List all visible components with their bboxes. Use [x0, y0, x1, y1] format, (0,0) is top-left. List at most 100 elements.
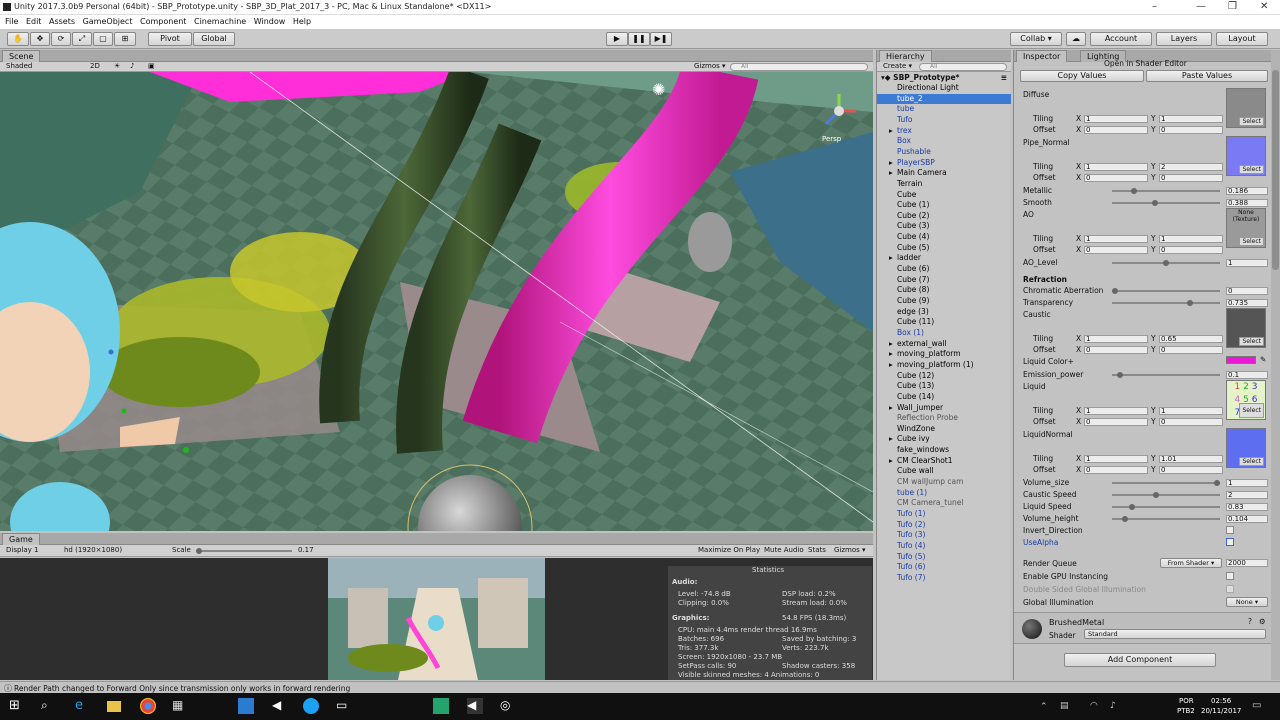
ao-select-button[interactable]: Select	[1239, 237, 1264, 246]
scale-slider[interactable]	[196, 548, 292, 554]
offset-x-field[interactable]: 0	[1084, 418, 1148, 426]
expand-arrow-icon[interactable]: ▸	[889, 253, 897, 263]
hierarchy-item[interactable]: CM Camera_tunel	[877, 498, 1011, 508]
scene-gizmos-dropdown[interactable]: Gizmos ▾	[694, 62, 726, 70]
maximize-on-play-toggle[interactable]: Maximize On Play	[698, 546, 760, 554]
calculator-icon[interactable]: ▦	[172, 698, 188, 714]
liquid-normal-texture-thumb[interactable]: Select	[1226, 428, 1266, 468]
lighting-toggle-icon[interactable]: ☀	[114, 62, 120, 70]
hierarchy-item[interactable]: edge (3)	[877, 307, 1011, 317]
liquid-speed-slider[interactable]	[1112, 504, 1220, 510]
stats-toggle[interactable]: Stats	[808, 546, 826, 554]
offset-x-field[interactable]: 0	[1084, 126, 1148, 134]
hierarchy-item[interactable]: Cube (5)	[877, 243, 1011, 253]
pipe-normal-texture-thumb[interactable]: Select	[1226, 136, 1266, 176]
emission-slider[interactable]	[1112, 372, 1220, 378]
transparency-slider[interactable]	[1112, 300, 1220, 306]
scale-slider-knob[interactable]	[196, 548, 202, 554]
tab-scene[interactable]: Scene	[2, 50, 41, 62]
global-toggle[interactable]: Global	[193, 32, 235, 46]
hierarchy-item[interactable]: Reflection Probe	[877, 413, 1011, 423]
liquid-speed-value-field[interactable]: 0.83	[1226, 503, 1268, 511]
hierarchy-item[interactable]: Tufo (7)	[877, 573, 1011, 583]
emission-slider-knob[interactable]	[1117, 372, 1123, 378]
game-view[interactable]: Statistics Audio: Level: -74.8 dB Clippi…	[0, 558, 873, 680]
resolution-dropdown[interactable]: hd (1920×1080)	[64, 546, 122, 554]
hierarchy-item[interactable]: Terrain	[877, 179, 1011, 189]
scene-search-input[interactable]: All	[730, 63, 868, 71]
render-queue-field[interactable]: 2000	[1226, 559, 1268, 567]
hierarchy-item[interactable]: ▸ moving_platform	[877, 349, 1011, 359]
hierarchy-item[interactable]: ▸ ladder	[877, 253, 1011, 263]
hierarchy-item[interactable]: tube_2	[877, 93, 1011, 104]
smooth-slider-knob[interactable]	[1152, 200, 1158, 206]
offset-y-field[interactable]: 0	[1159, 174, 1223, 182]
diffuse-texture-thumb[interactable]: Select	[1226, 88, 1266, 128]
scale-tool-icon[interactable]: ⤢	[72, 32, 92, 46]
metallic-slider-knob[interactable]	[1131, 188, 1137, 194]
hierarchy-search-input[interactable]: All	[919, 63, 1007, 71]
search-icon[interactable]: ⌕	[41, 698, 57, 714]
caustic-select-button[interactable]: Select	[1239, 337, 1264, 346]
offset-x-field[interactable]: 0	[1084, 174, 1148, 182]
open-shader-editor-button[interactable]: Open in Shader Editor	[1104, 59, 1187, 68]
hierarchy-item[interactable]: Cube (9)	[877, 296, 1011, 306]
skype-icon[interactable]	[303, 698, 319, 714]
shader-dropdown[interactable]: Standard	[1084, 629, 1266, 639]
hierarchy-item[interactable]: Tufo (3)	[877, 530, 1011, 540]
offset-y-field[interactable]: 0	[1159, 126, 1223, 134]
double-sided-gi-checkbox[interactable]	[1226, 585, 1234, 593]
menu-assets[interactable]: Assets	[49, 15, 75, 29]
hierarchy-item[interactable]: ▸ Wall_jumper	[877, 403, 1011, 413]
file-explorer-icon[interactable]	[107, 701, 121, 712]
tiling-x-field[interactable]: 1	[1084, 455, 1148, 463]
add-component-button[interactable]: Add Component	[1064, 653, 1216, 667]
shading-mode-dropdown[interactable]: Shaded	[6, 62, 32, 70]
hierarchy-item[interactable]: Box	[877, 136, 1011, 146]
network-icon[interactable]: ▤	[1060, 701, 1069, 711]
expand-arrow-icon[interactable]: ▸	[889, 349, 897, 359]
hierarchy-item[interactable]: Tufo (6)	[877, 562, 1011, 572]
menu-window[interactable]: Window	[254, 15, 286, 29]
ao-slider-knob[interactable]	[1163, 260, 1169, 266]
hierarchy-item[interactable]: Tufo (2)	[877, 520, 1011, 530]
close-button[interactable]: ✕	[1260, 1, 1268, 12]
step-button[interactable]: ▶❚	[650, 32, 672, 46]
clock-date[interactable]: 20/11/2017	[1201, 707, 1241, 715]
caustic-speed-value-field[interactable]: 2	[1226, 491, 1268, 499]
hierarchy-item[interactable]: Cube wall	[877, 466, 1011, 476]
tiling-y-field[interactable]: 0.65	[1159, 335, 1223, 343]
hierarchy-item[interactable]: ▸ external_wall	[877, 339, 1011, 349]
scene-options-icon[interactable]: ≡	[1001, 73, 1007, 83]
mute-audio-toggle[interactable]: Mute Audio	[764, 546, 804, 554]
expand-arrow-icon[interactable]: ▸	[889, 339, 897, 349]
metallic-value-field[interactable]: 0.186	[1226, 187, 1268, 195]
offset-x-field[interactable]: 0	[1084, 246, 1148, 254]
ao-texture-thumb[interactable]: None (Texture) Select	[1226, 208, 1266, 248]
persp-label[interactable]: Persp	[822, 135, 841, 143]
expand-arrow-icon[interactable]: ▸	[889, 168, 897, 178]
menu-edit[interactable]: Edit	[26, 15, 42, 29]
liquid-speed-slider-knob[interactable]	[1129, 504, 1135, 510]
paste-values-button[interactable]: Paste Values	[1146, 70, 1268, 82]
expand-arrow-icon[interactable]: ▸	[889, 403, 897, 413]
hierarchy-item[interactable]: Cube (14)	[877, 392, 1011, 402]
offset-x-field[interactable]: 0	[1084, 466, 1148, 474]
tiling-x-field[interactable]: 1	[1084, 407, 1148, 415]
expand-arrow-icon[interactable]: ▸	[889, 360, 897, 370]
inspector-scrollbar[interactable]	[1271, 50, 1280, 680]
maximize-button[interactable]: ❐	[1228, 1, 1237, 12]
tiling-y-field[interactable]: 1	[1159, 407, 1223, 415]
hierarchy-item[interactable]: Tufo (5)	[877, 552, 1011, 562]
cloud-icon[interactable]: ☁	[1066, 32, 1086, 46]
hierarchy-item[interactable]: tube (1)	[877, 488, 1011, 498]
pause-button[interactable]: ❚❚	[628, 32, 650, 46]
caustic-speed-slider[interactable]	[1112, 492, 1220, 498]
hierarchy-item[interactable]: Cube (2)	[877, 211, 1011, 221]
hierarchy-item[interactable]: WindZone	[877, 424, 1011, 434]
tab-hierarchy[interactable]: Hierarchy	[879, 50, 932, 62]
liquid-texture-thumb[interactable]: 1 2 3 4 5 6 7 8 9 Select	[1226, 380, 1266, 420]
status-message[interactable]: Render Path changed to Forward Only sinc…	[14, 684, 350, 693]
offset-y-field[interactable]: 0	[1159, 418, 1223, 426]
tiling-x-field[interactable]: 1	[1084, 235, 1148, 243]
